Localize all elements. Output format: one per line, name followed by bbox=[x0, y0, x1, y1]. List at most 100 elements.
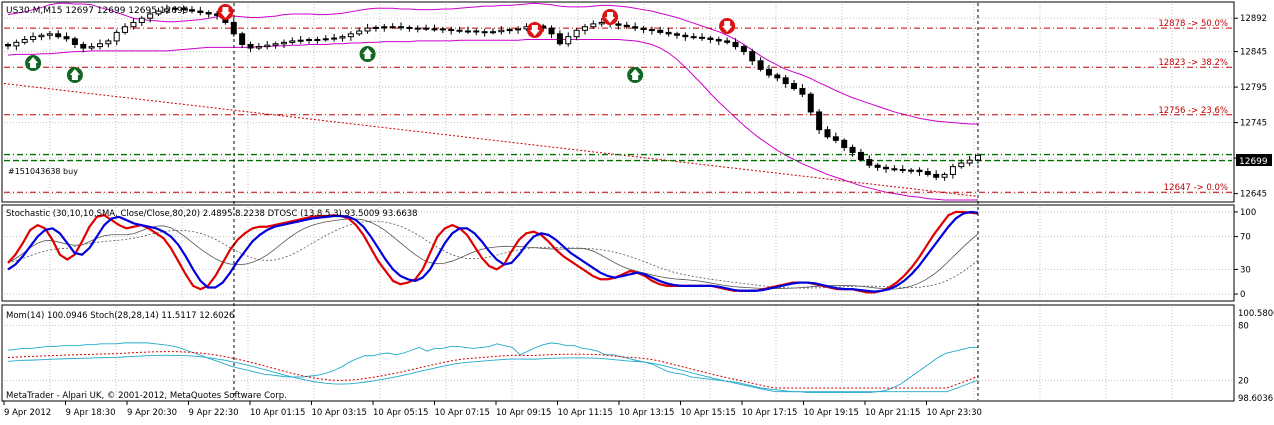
buy-arrow-0 bbox=[25, 55, 42, 71]
candle-body-108 bbox=[908, 169, 915, 172]
mom-tick-label-0: 100.5806 bbox=[1238, 309, 1274, 319]
price-tick-label-1: 12845 bbox=[1240, 48, 1267, 58]
fib-label-3: 12647 -> 0.0% bbox=[1164, 183, 1228, 193]
stoch-tick-label-1: 70 bbox=[1240, 233, 1251, 243]
candle-body-36 bbox=[306, 39, 313, 42]
candle-body-110 bbox=[924, 171, 931, 175]
fib-label-1: 12823 -> 38.2% bbox=[1158, 58, 1228, 68]
time-tick-label-13: 10 Apr 19:15 bbox=[804, 408, 859, 418]
candle-body-1 bbox=[13, 41, 20, 47]
candle-body-103 bbox=[866, 159, 873, 166]
order-label: #151043638 buy bbox=[8, 167, 78, 176]
candle-body-107 bbox=[899, 168, 906, 171]
candle-body-45 bbox=[381, 26, 388, 29]
candle-body-24 bbox=[205, 12, 212, 15]
candle-body-59 bbox=[498, 29, 505, 33]
candle-body-95 bbox=[799, 88, 806, 95]
candle-body-89 bbox=[749, 51, 756, 62]
candle-body-22 bbox=[188, 9, 195, 12]
candle-body-2 bbox=[21, 39, 28, 43]
candle-body-7 bbox=[63, 36, 70, 40]
candle-body-85 bbox=[715, 39, 722, 42]
candle-body-6 bbox=[55, 33, 62, 38]
time-tick-label-7: 10 Apr 07:15 bbox=[435, 408, 490, 418]
candle-body-34 bbox=[289, 40, 296, 43]
time-tick-label-2: 9 Apr 20:30 bbox=[127, 408, 177, 418]
candle-body-86 bbox=[724, 40, 731, 43]
main-title: US30.M,M15 12697 12699 12695 12699 bbox=[6, 6, 189, 16]
candle-body-55 bbox=[464, 30, 471, 33]
candle-body-5 bbox=[46, 33, 53, 36]
candle-body-9 bbox=[80, 43, 87, 49]
sell-arrow-0 bbox=[217, 4, 234, 20]
chart-canvas: 12878 -> 50.0% 12823 -> 38.2% 12756 -> 23.… bbox=[0, 0, 1274, 421]
candle-body-87 bbox=[732, 41, 739, 48]
copyright-text: MetaTrader - Alpari UK, © 2001-2012, Met… bbox=[6, 391, 287, 401]
candle-body-13 bbox=[113, 31, 120, 42]
candle-body-93 bbox=[782, 77, 789, 85]
candle-body-40 bbox=[339, 36, 346, 39]
candle-body-52 bbox=[439, 28, 446, 31]
candle-body-70 bbox=[590, 23, 597, 28]
candle-body-14 bbox=[122, 26, 129, 33]
candle-body-53 bbox=[448, 29, 455, 32]
candle-body-101 bbox=[849, 146, 856, 153]
candle-body-105 bbox=[883, 166, 890, 170]
sell-arrow-1 bbox=[526, 22, 543, 38]
time-tick-label-5: 10 Apr 03:15 bbox=[312, 408, 367, 418]
candle-body-98 bbox=[824, 129, 831, 138]
candle-body-37 bbox=[314, 39, 321, 42]
candle-body-106 bbox=[891, 168, 898, 171]
candle-body-80 bbox=[673, 33, 680, 36]
stoch-tick-label-2: 30 bbox=[1240, 265, 1251, 275]
time-tick-label-10: 10 Apr 13:15 bbox=[619, 408, 674, 418]
candle-body-92 bbox=[774, 74, 781, 79]
time-tick-label-1: 9 Apr 18:30 bbox=[66, 408, 116, 418]
candle-body-0 bbox=[5, 43, 11, 47]
candle-body-115 bbox=[966, 159, 973, 164]
candle-body-50 bbox=[423, 27, 430, 30]
time-tick-label-8: 10 Apr 09:15 bbox=[496, 408, 551, 418]
candle-body-61 bbox=[515, 28, 522, 31]
mom-tick-label-2: 20 bbox=[1238, 377, 1249, 387]
candle-body-15 bbox=[130, 21, 137, 28]
price-tick-label-5: 12645 bbox=[1240, 190, 1267, 200]
candle-body-41 bbox=[347, 33, 354, 38]
candle-body-46 bbox=[389, 26, 396, 29]
candle-body-12 bbox=[105, 40, 112, 45]
candle-body-29 bbox=[247, 43, 254, 49]
candle-body-97 bbox=[816, 111, 823, 131]
mom-tick-label-3: 98.6036 bbox=[1238, 394, 1273, 404]
candle-body-102 bbox=[857, 151, 864, 161]
stochastic-title: Stochastic (30,10,10,SMA, Close/Close,80… bbox=[6, 209, 418, 219]
candle-body-10 bbox=[88, 46, 95, 49]
stoch-tick-label-0: 100 bbox=[1240, 208, 1256, 218]
candle-body-28 bbox=[239, 33, 246, 45]
candle-body-65 bbox=[548, 27, 555, 35]
candle-body-99 bbox=[832, 136, 839, 141]
candle-body-94 bbox=[791, 83, 798, 90]
candle-body-49 bbox=[414, 27, 421, 30]
candle-body-67 bbox=[565, 36, 572, 45]
candle-body-35 bbox=[297, 39, 304, 42]
candle-body-23 bbox=[197, 10, 204, 14]
price-tag: 12699 bbox=[1239, 157, 1268, 167]
candle-body-69 bbox=[581, 26, 588, 31]
stoch-tick-label-3: 0 bbox=[1240, 290, 1245, 300]
candle-body-60 bbox=[506, 29, 513, 32]
fib-label-0: 12878 -> 50.0% bbox=[1158, 19, 1228, 29]
buy-arrow-3 bbox=[627, 67, 644, 83]
candle-body-76 bbox=[640, 27, 647, 31]
time-tick-label-15: 10 Apr 23:30 bbox=[927, 408, 982, 418]
buy-arrow-2 bbox=[359, 46, 376, 62]
time-tick-label-0: 9 Apr 2012 bbox=[4, 408, 51, 418]
candle-body-68 bbox=[573, 29, 580, 38]
candle-body-8 bbox=[71, 38, 78, 45]
price-tick-label-0: 12892 bbox=[1240, 14, 1267, 24]
candle-body-4 bbox=[38, 34, 45, 38]
candle-body-84 bbox=[707, 37, 714, 41]
candle-body-88 bbox=[740, 46, 747, 53]
time-tick-label-11: 10 Apr 15:15 bbox=[681, 408, 736, 418]
candle-body-33 bbox=[280, 41, 287, 45]
candle-body-32 bbox=[272, 43, 279, 46]
